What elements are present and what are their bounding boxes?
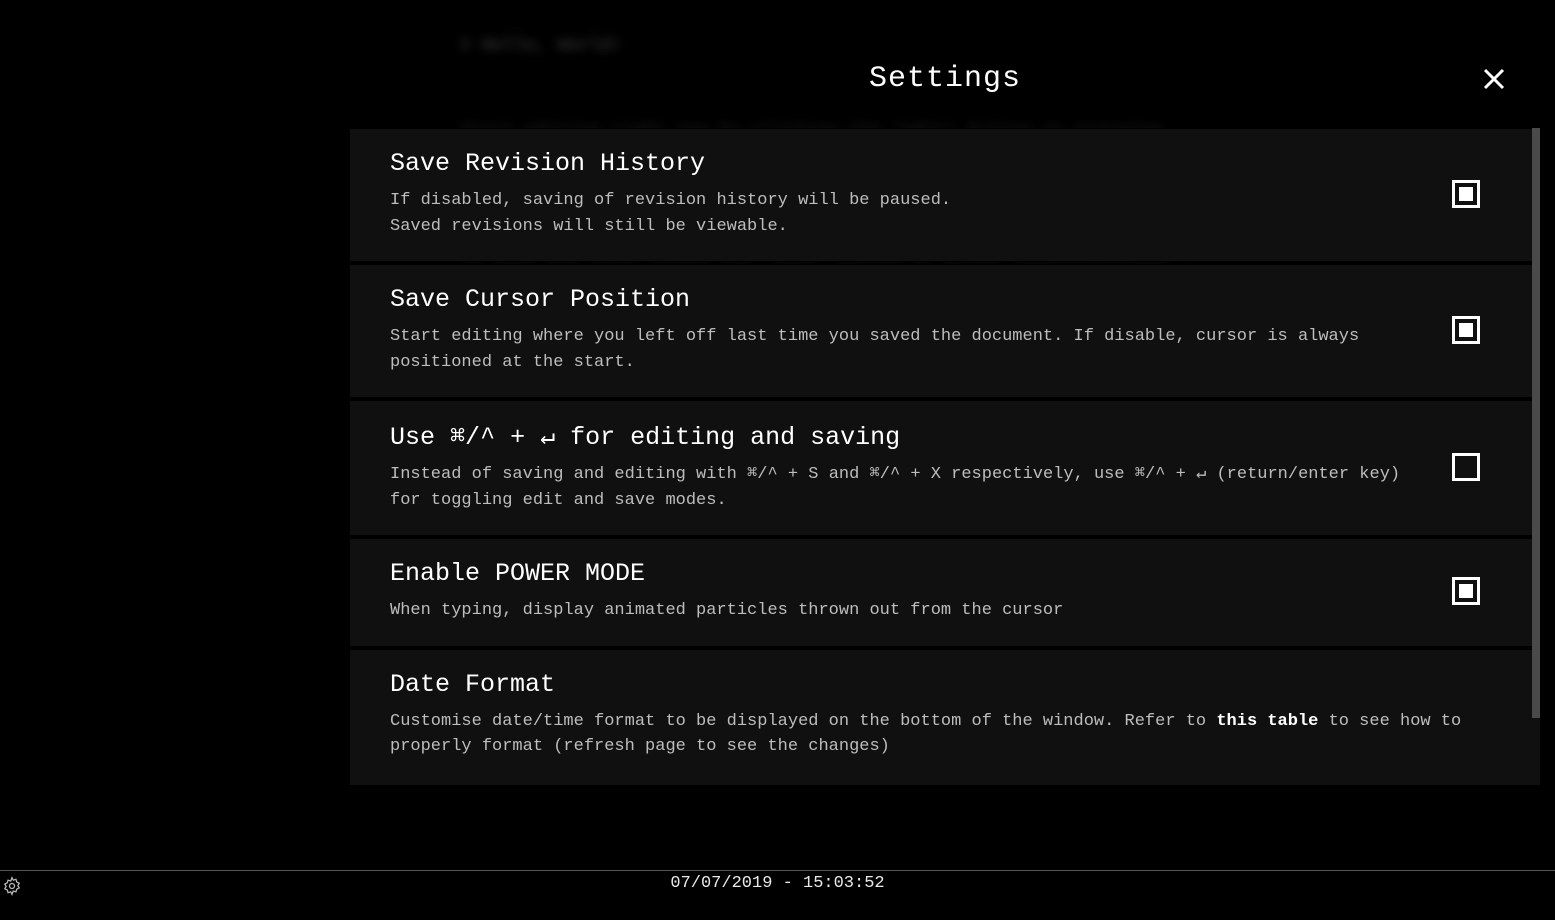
setting-save-revision-history: Save Revision History If disabled, savin…	[350, 128, 1540, 262]
setting-description: Customise date/time format to be display…	[390, 709, 1480, 760]
setting-description: When typing, display animated particles …	[390, 598, 1432, 624]
gear-icon	[2, 876, 22, 896]
setting-title: Save Cursor Position	[390, 285, 1432, 314]
close-icon	[1482, 67, 1506, 91]
close-button[interactable]	[1480, 65, 1508, 93]
settings-gear-button[interactable]	[2, 876, 24, 898]
setting-date-format: Date Format Customise date/time format t…	[350, 649, 1540, 786]
settings-modal: Settings Save Revision History If disabl…	[350, 30, 1540, 785]
setting-title: Date Format	[390, 670, 1480, 699]
status-bar: 07/07/2019 - 15:03:52	[0, 870, 1555, 896]
scrollbar-track[interactable]	[1532, 128, 1540, 785]
modal-title: Settings	[869, 62, 1021, 96]
scrollbar-thumb[interactable]	[1532, 128, 1540, 718]
setting-description: Instead of saving and editing with ⌘/^ +…	[390, 462, 1432, 513]
setting-title: Save Revision History	[390, 149, 1432, 178]
status-datetime: 07/07/2019 - 15:03:52	[670, 874, 884, 893]
setting-description: Start editing where you left off last ti…	[390, 324, 1432, 375]
modal-body: Save Revision History If disabled, savin…	[350, 128, 1540, 785]
setting-description: If disabled, saving of revision history …	[390, 188, 1432, 239]
checkbox-cmd-enter[interactable]	[1452, 453, 1480, 481]
checkbox-power-mode[interactable]	[1452, 577, 1480, 605]
setting-save-cursor-position: Save Cursor Position Start editing where…	[350, 264, 1540, 398]
checkbox-save-cursor-position[interactable]	[1452, 316, 1480, 344]
setting-power-mode: Enable POWER MODE When typing, display a…	[350, 538, 1540, 647]
modal-header: Settings	[350, 30, 1540, 128]
setting-title: Use ⌘/^ + ↵ for editing and saving	[390, 421, 1432, 452]
checkbox-save-revision-history[interactable]	[1452, 180, 1480, 208]
setting-title: Enable POWER MODE	[390, 559, 1432, 588]
desc-text-pre: Customise date/time format to be display…	[390, 712, 1216, 731]
table-reference-link[interactable]: this table	[1216, 712, 1318, 731]
setting-cmd-enter: Use ⌘/^ + ↵ for editing and saving Inste…	[350, 400, 1540, 536]
